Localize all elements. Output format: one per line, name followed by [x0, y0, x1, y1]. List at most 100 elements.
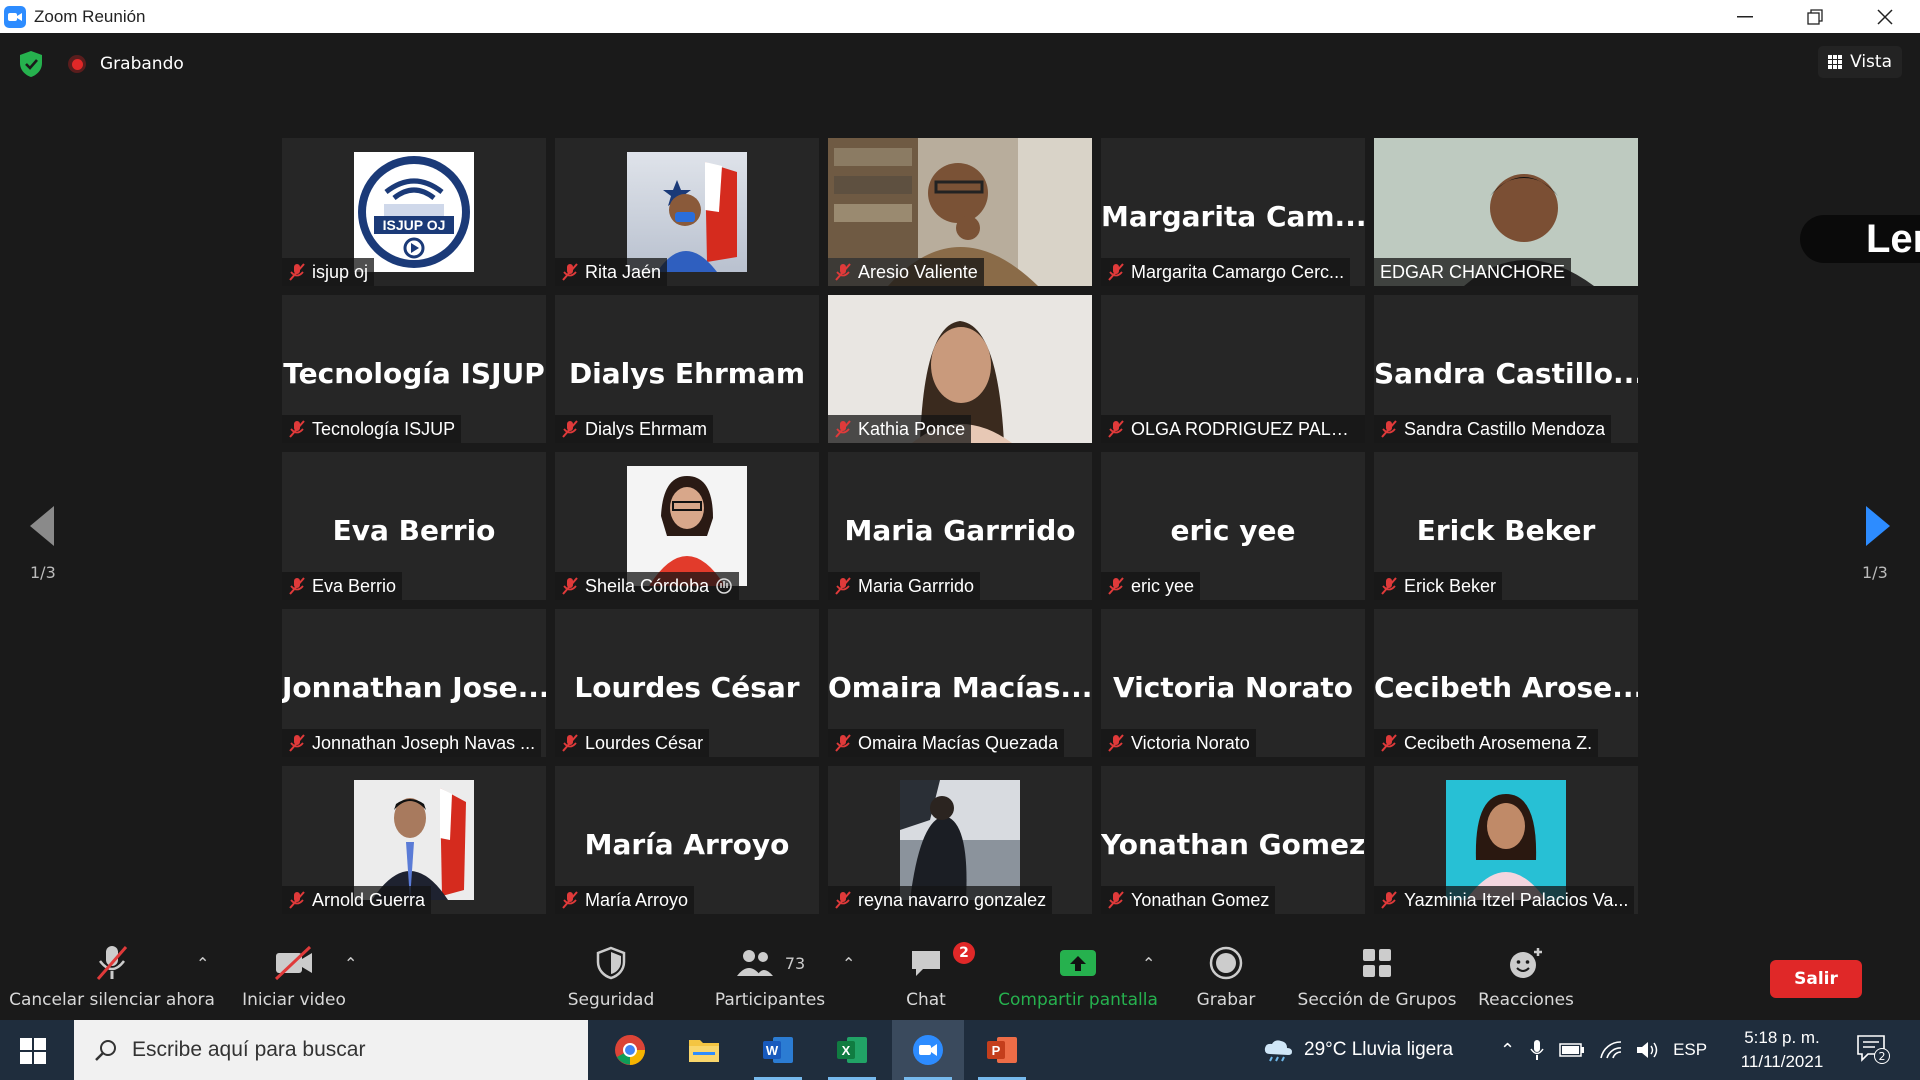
restore-button[interactable] [1780, 0, 1850, 33]
participant-tile[interactable]: OLGA RODRIGUEZ PALAC... [1101, 295, 1365, 443]
encryption-shield-icon[interactable] [18, 50, 44, 78]
grid-view-icon [1828, 54, 1843, 70]
start-video-button[interactable]: Iniciar video [232, 932, 356, 1020]
security-button[interactable]: Seguridad [556, 932, 666, 1020]
battery-icon[interactable] [1559, 1042, 1585, 1058]
participant-tile[interactable]: reyna navarro gonzalez [828, 766, 1092, 914]
participant-photo [900, 780, 1020, 900]
taskbar-clock[interactable]: 5:18 p. m. 11/11/2021 [1730, 1026, 1834, 1074]
participant-tile[interactable]: Sandra Castillo... Sandra Castillo Mendo… [1374, 295, 1638, 443]
meeting-top-bar: Grabando Vista [0, 33, 1920, 93]
excel-app-icon[interactable]: X [816, 1020, 888, 1080]
leave-meeting-button[interactable]: Salir [1770, 960, 1862, 998]
participant-tile[interactable]: Yazminia Itzel Palacios Va... [1374, 766, 1638, 914]
participants-options-caret-icon[interactable]: ⌃ [842, 954, 855, 973]
participant-tile[interactable]: eric yee eric yee [1101, 452, 1365, 600]
next-page-arrow-icon[interactable] [1864, 505, 1892, 547]
chat-button[interactable]: 2 Chat [888, 932, 975, 1020]
participant-tile[interactable]: Aresio Valiente [828, 138, 1092, 286]
participant-label: Tecnología ISJUP [282, 415, 462, 443]
minimize-button[interactable] [1710, 0, 1780, 33]
participant-label: Jonnathan Joseph Navas ... [282, 729, 542, 757]
muted-microphone-icon [96, 946, 128, 980]
share-screen-button[interactable]: Compartir pantalla [994, 932, 1162, 1020]
participant-name: Rita Jaén [585, 261, 662, 282]
video-options-caret-icon[interactable]: ⌃ [344, 954, 357, 973]
participant-display-name: Lourdes César [574, 671, 800, 704]
windows-taskbar: Escribe aquí para buscar W X P 29°C Lluv… [0, 1020, 1920, 1080]
participant-tile[interactable]: Yonathan Gomez Yonathan Gomez [1101, 766, 1365, 914]
zoom-app-icon[interactable] [892, 1020, 964, 1080]
participant-tile[interactable]: Victoria Norato Victoria Norato [1101, 609, 1365, 757]
view-button[interactable]: Vista [1818, 46, 1902, 78]
wifi-icon[interactable] [1599, 1040, 1623, 1060]
security-label: Seguridad [567, 990, 655, 1010]
word-app-icon[interactable]: W [742, 1020, 814, 1080]
participants-button[interactable]: 73 Participantes [708, 932, 832, 1020]
participant-tile[interactable]: Jonnathan Jose... Jonnathan Joseph Navas… [282, 609, 546, 757]
participant-tile-active-speaker[interactable]: EDGAR CHANCHORE [1374, 138, 1638, 286]
view-label: Vista [1850, 52, 1892, 72]
participant-tile[interactable]: ISJUP OJ isjup oj [282, 138, 546, 286]
participant-label: Yazminia Itzel Palacios Va... [1374, 886, 1635, 914]
previous-page-arrow-icon[interactable] [28, 505, 56, 547]
participant-tile[interactable]: Maria Garrrido Maria Garrrido [828, 452, 1092, 600]
share-options-caret-icon[interactable]: ⌃ [1142, 954, 1155, 973]
participant-display-name: Margarita Cam... [1101, 200, 1365, 233]
participant-tile[interactable]: Arnold Guerra [282, 766, 546, 914]
muted-mic-icon [1108, 263, 1124, 281]
record-label: Grabar [1196, 990, 1256, 1010]
file-explorer-app-icon[interactable] [668, 1020, 740, 1080]
volume-icon[interactable] [1635, 1040, 1659, 1060]
participant-photo [1446, 780, 1566, 900]
svg-text:P: P [992, 1043, 1001, 1058]
participant-label: Kathia Ponce [828, 415, 972, 443]
participant-tile[interactable]: Erick Beker Erick Beker [1374, 452, 1638, 600]
participant-display-name: Sandra Castillo... [1374, 357, 1638, 390]
breakout-rooms-label: Sección de Grupos [1297, 990, 1457, 1010]
muted-mic-icon [289, 891, 305, 909]
powerpoint-app-icon[interactable]: P [966, 1020, 1038, 1080]
muted-mic-icon [289, 420, 305, 438]
audio-options-caret-icon[interactable]: ⌃ [196, 954, 209, 973]
muted-mic-icon [1108, 577, 1124, 595]
participant-name: Tecnología ISJUP [312, 418, 456, 439]
windows-start-icon[interactable] [20, 1038, 46, 1064]
muted-mic-icon [835, 891, 851, 909]
reactions-button[interactable]: Reacciones [1474, 932, 1578, 1020]
participant-tile[interactable]: Margarita Cam... Margarita Camargo Cerc.… [1101, 138, 1365, 286]
participant-name: eric yee [1131, 575, 1195, 596]
unmute-button[interactable]: Cancelar silenciar ahora [9, 932, 215, 1020]
participant-display-name: Omaira Macías... [828, 671, 1092, 704]
record-button[interactable]: Grabar [1188, 932, 1264, 1020]
participant-tile[interactable]: Lourdes César Lourdes César [555, 609, 819, 757]
title-bar: Zoom Reunión [0, 0, 1920, 33]
participant-tile[interactable]: Omaira Macías... Omaira Macías Quezada [828, 609, 1092, 757]
language-indicator[interactable]: ESP [1673, 1040, 1707, 1060]
recording-indicator[interactable]: Grabando [68, 54, 184, 74]
tray-overflow-caret-icon[interactable]: ⌃ [1500, 1040, 1515, 1061]
breakout-rooms-button[interactable]: Sección de Grupos [1296, 932, 1458, 1020]
muted-mic-icon [1381, 891, 1397, 909]
close-window-button[interactable] [1850, 0, 1920, 33]
weather-widget[interactable]: 29°C Lluvia ligera [1262, 1020, 1453, 1080]
participant-display-name: Erick Beker [1416, 514, 1596, 547]
participant-label: Yonathan Gomez [1101, 886, 1276, 914]
notification-center-button[interactable]: 2 [1856, 1034, 1890, 1066]
participant-label: Erick Beker [1374, 572, 1503, 600]
participant-label: Cecibeth Arosemena Z. [1374, 729, 1599, 757]
participant-tile[interactable]: Dialys Ehrmam Dialys Ehrmam [555, 295, 819, 443]
participant-tile[interactable]: Kathia Ponce [828, 295, 1092, 443]
participant-tile[interactable]: María Arroyo María Arroyo [555, 766, 819, 914]
participant-tile[interactable]: Eva Berrio Eva Berrio [282, 452, 546, 600]
taskbar-search-box[interactable]: Escribe aquí para buscar [74, 1020, 588, 1080]
svg-text:W: W [766, 1043, 779, 1058]
participant-tile[interactable]: Cecibeth Arose... Cecibeth Arosemena Z. [1374, 609, 1638, 757]
participant-tile[interactable]: Rita Jaén [555, 138, 819, 286]
participant-name: Aresio Valiente [858, 261, 978, 282]
participant-tile[interactable]: Sheila Córdoba [555, 452, 819, 600]
participant-name: Yazminia Itzel Palacios Va... [1404, 889, 1629, 910]
chrome-app-icon[interactable] [594, 1020, 666, 1080]
microphone-tray-icon[interactable] [1529, 1038, 1545, 1062]
participant-tile[interactable]: Tecnología ISJUP Tecnología ISJUP [282, 295, 546, 443]
